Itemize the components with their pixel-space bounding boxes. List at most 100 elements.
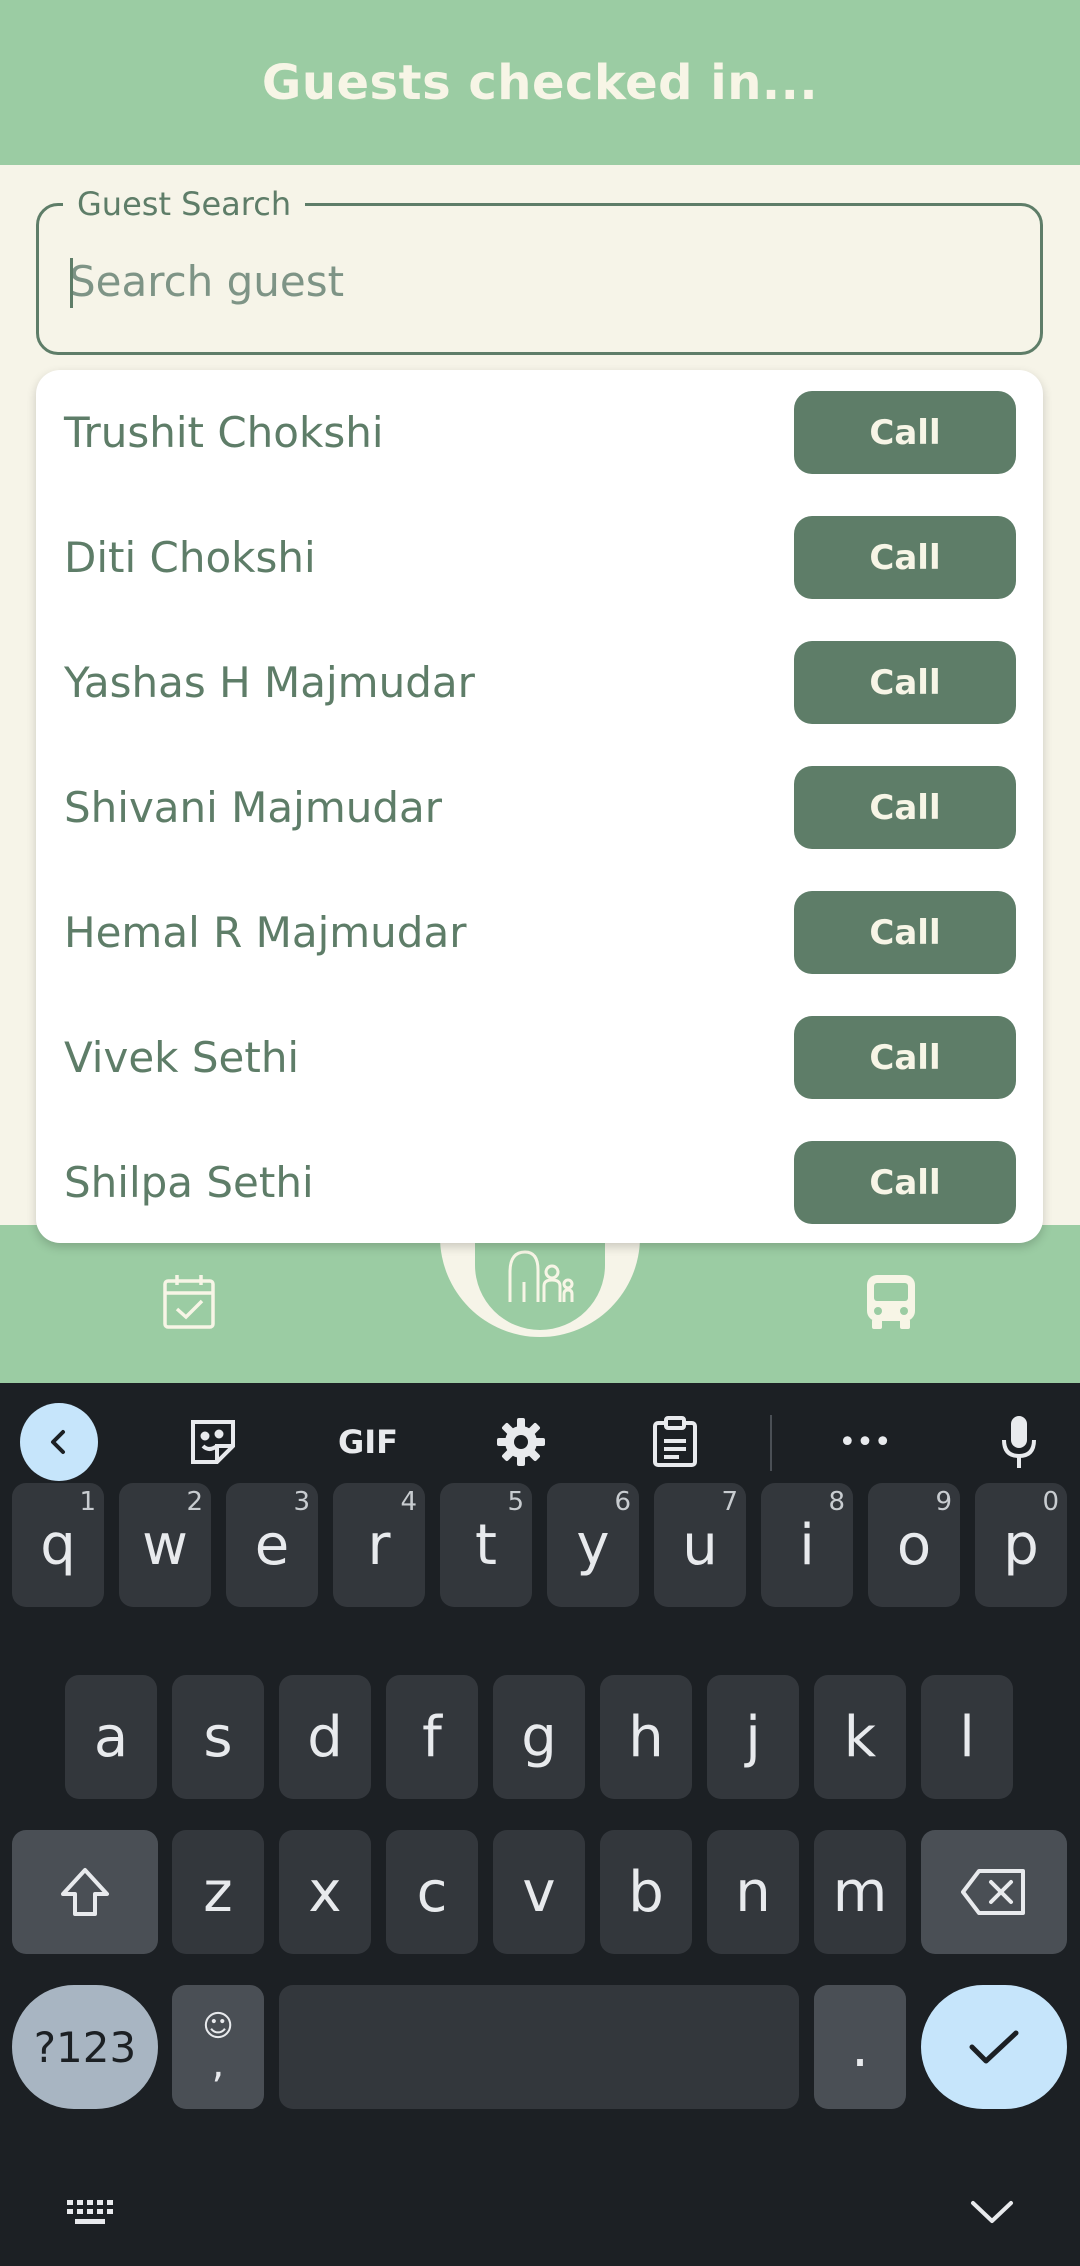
page-title: Guests checked in...: [261, 54, 819, 111]
call-button[interactable]: Call: [794, 391, 1016, 474]
nav-calendar-button[interactable]: [162, 1273, 216, 1335]
call-button[interactable]: Call: [794, 641, 1016, 724]
key-hint: 0: [1042, 1487, 1059, 1517]
guest-name: Trushit Chokshi: [64, 408, 384, 457]
list-item[interactable]: Shivani Majmudar Call: [36, 745, 1043, 870]
key-t[interactable]: t5: [440, 1483, 532, 1607]
key-k[interactable]: k: [814, 1675, 906, 1799]
shift-icon: [61, 1868, 109, 1916]
guest-name: Hemal R Majmudar: [64, 908, 467, 957]
guest-name: Shivani Majmudar: [64, 783, 443, 832]
key-f[interactable]: f: [386, 1675, 478, 1799]
bus-icon: [867, 1275, 915, 1329]
key-l[interactable]: l: [921, 1675, 1013, 1799]
clipboard-button[interactable]: [644, 1411, 706, 1473]
guest-list-dropdown: Trushit Chokshi Call Diti Chokshi Call Y…: [36, 370, 1043, 1243]
key-e[interactable]: e3: [226, 1483, 318, 1607]
key-hint: 5: [507, 1487, 524, 1517]
key-hint: 9: [935, 1487, 952, 1517]
key-x[interactable]: x: [279, 1830, 371, 1954]
key-hint: 7: [721, 1487, 738, 1517]
period-key[interactable]: .: [814, 1985, 906, 2109]
list-item[interactable]: Vivek Sethi Call: [36, 995, 1043, 1120]
key-u[interactable]: u7: [654, 1483, 746, 1607]
key-b[interactable]: b: [600, 1830, 692, 1954]
enter-key[interactable]: [921, 1985, 1067, 2109]
key-label: u: [682, 1512, 718, 1578]
key-p[interactable]: p0: [975, 1483, 1067, 1607]
spacebar[interactable]: [279, 1985, 799, 2109]
key-label: t: [475, 1512, 497, 1578]
key-i[interactable]: i8: [761, 1483, 853, 1607]
key-a[interactable]: a: [65, 1675, 157, 1799]
key-o[interactable]: o9: [868, 1483, 960, 1607]
key-hint: 2: [186, 1487, 203, 1517]
gif-button[interactable]: GIF: [326, 1411, 410, 1473]
toolbar-divider: [770, 1415, 772, 1471]
key-label: w: [142, 1512, 188, 1578]
key-label: o: [896, 1512, 932, 1578]
app-header: Guests checked in...: [0, 0, 1080, 165]
list-item[interactable]: Diti Chokshi Call: [36, 495, 1043, 620]
backspace-icon: [961, 1869, 1025, 1915]
key-w[interactable]: w2: [119, 1483, 211, 1607]
key-h[interactable]: h: [600, 1675, 692, 1799]
sticker-icon: [191, 1420, 235, 1464]
keyboard-icon: [67, 2200, 113, 2224]
key-y[interactable]: y6: [547, 1483, 639, 1607]
keyboard-back-button[interactable]: [20, 1403, 98, 1481]
keyboard-switch-button[interactable]: [64, 2194, 116, 2232]
key-label: r: [367, 1512, 391, 1578]
emoji-comma-key[interactable]: ☺ ,: [172, 1985, 264, 2109]
backspace-key[interactable]: [921, 1830, 1067, 1954]
list-item[interactable]: Trushit Chokshi Call: [36, 370, 1043, 495]
key-label: e: [254, 1512, 290, 1578]
call-button[interactable]: Call: [794, 766, 1016, 849]
key-hint: 3: [293, 1487, 310, 1517]
key-s[interactable]: s: [172, 1675, 264, 1799]
gear-icon: [497, 1418, 545, 1466]
hide-keyboard-button[interactable]: [964, 2190, 1020, 2234]
search-label: Guest Search: [63, 184, 306, 224]
key-j[interactable]: j: [707, 1675, 799, 1799]
key-label: y: [576, 1512, 610, 1578]
key-g[interactable]: g: [493, 1675, 585, 1799]
key-c[interactable]: c: [386, 1830, 478, 1954]
key-z[interactable]: z: [172, 1830, 264, 1954]
check-icon: [969, 2030, 1019, 2064]
list-item[interactable]: Yashas H Majmudar Call: [36, 620, 1043, 745]
guest-name: Diti Chokshi: [64, 533, 316, 582]
key-q[interactable]: q1: [12, 1483, 104, 1607]
key-v[interactable]: v: [493, 1830, 585, 1954]
key-n[interactable]: n: [707, 1830, 799, 1954]
key-r[interactable]: r4: [333, 1483, 425, 1607]
list-item[interactable]: Hemal R Majmudar Call: [36, 870, 1043, 995]
nav-transport-button[interactable]: [864, 1273, 918, 1335]
call-button[interactable]: Call: [794, 1016, 1016, 1099]
more-options-button[interactable]: •••: [832, 1411, 898, 1473]
family-icon: [508, 1250, 574, 1302]
key-hint: 6: [614, 1487, 631, 1517]
list-item[interactable]: Shilpa Sethi Call: [36, 1120, 1043, 1245]
emoji-icon: ☺: [202, 2009, 234, 2044]
key-label: i: [799, 1512, 815, 1578]
symbols-key[interactable]: ?123: [12, 1985, 158, 2109]
keyboard-settings-button[interactable]: [490, 1411, 552, 1473]
voice-input-button[interactable]: [988, 1411, 1050, 1473]
sticker-button[interactable]: [182, 1411, 244, 1473]
chevron-down-icon: [971, 2201, 1013, 2223]
key-d[interactable]: d: [279, 1675, 371, 1799]
key-label: q: [40, 1512, 76, 1578]
key-hint: 4: [400, 1487, 417, 1517]
guest-search-field[interactable]: Guest Search: [36, 184, 1043, 355]
soft-keyboard: GIF ••• q1 w2 e 3 r 4 t 5 y 6 u 7 i 8 o …: [0, 1383, 1080, 2266]
key-m[interactable]: m: [814, 1830, 906, 1954]
search-input[interactable]: [69, 246, 999, 316]
comma-label: ,: [211, 2041, 225, 2087]
text-caret: [70, 258, 73, 308]
call-button[interactable]: Call: [794, 891, 1016, 974]
shift-key[interactable]: [12, 1830, 158, 1954]
microphone-icon: [1002, 1416, 1036, 1468]
call-button[interactable]: Call: [794, 1141, 1016, 1224]
call-button[interactable]: Call: [794, 516, 1016, 599]
